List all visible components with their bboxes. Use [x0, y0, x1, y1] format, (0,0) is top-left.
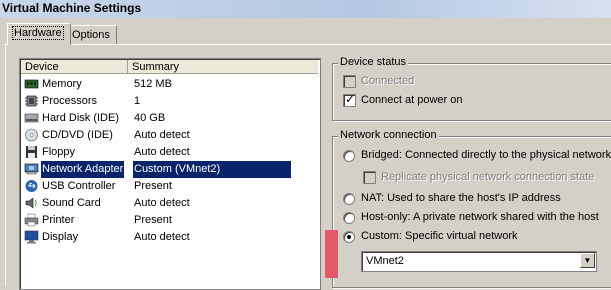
tab-hardware-label: Hardware: [12, 26, 64, 40]
sound-card-icon: [25, 197, 37, 209]
device-summary: 1: [134, 95, 141, 107]
device-summary: Present: [134, 214, 172, 226]
device-summary: 40 GB: [134, 112, 166, 124]
device-row-network-adapter[interactable]: Network Adapter Custom (VMnet2): [21, 161, 291, 178]
device-summary: Auto detect: [134, 129, 190, 141]
display-icon: [24, 230, 39, 244]
device-row-hard-disk[interactable]: Hard Disk (IDE) 40 GB: [21, 110, 291, 127]
device-summary: Auto detect: [134, 231, 190, 243]
tab-options[interactable]: Options: [67, 25, 117, 44]
floppy-icon: [26, 146, 37, 158]
device-summary: Custom (VMnet2): [133, 161, 291, 178]
device-row-floppy[interactable]: Floppy Auto detect: [21, 144, 291, 161]
column-header-summary[interactable]: Summary: [128, 60, 318, 74]
device-name: Memory: [42, 78, 82, 90]
device-name: Hard Disk (IDE): [42, 112, 120, 124]
device-row-usb-controller[interactable]: USB Controller Present: [21, 178, 291, 195]
tab-hardware[interactable]: Hardware: [7, 23, 71, 45]
device-name: Display: [42, 231, 79, 243]
cd-dvd-icon: [25, 128, 38, 142]
column-header-device[interactable]: Device: [21, 60, 128, 74]
device-row-memory[interactable]: Memory 512 MB: [21, 76, 291, 93]
device-row-processors[interactable]: Processors 1: [21, 93, 291, 110]
hard-disk-icon: [24, 113, 39, 123]
window-title: Virtual Machine Settings: [2, 1, 142, 15]
processor-icon: [25, 95, 38, 107]
network-adapter-icon: [24, 163, 39, 175]
device-summary: Auto detect: [134, 146, 190, 158]
memory-icon: [24, 79, 39, 89]
device-name: Sound Card: [42, 197, 101, 209]
device-name: USB Controller: [42, 180, 116, 192]
device-summary: Auto detect: [134, 197, 190, 209]
device-name: Floppy: [42, 146, 76, 158]
device-summary: Present: [134, 180, 172, 192]
device-row-display[interactable]: Display Auto detect: [21, 229, 291, 246]
device-name: Network Adapter: [41, 161, 125, 178]
tab-options-label: Options: [72, 29, 110, 41]
device-list[interactable]: Device Summary Memory 512 MB Processors …: [19, 58, 321, 290]
device-name: Printer: [42, 214, 75, 226]
device-summary: 512 MB: [134, 78, 172, 90]
device-row-sound-card[interactable]: Sound Card Auto detect: [21, 195, 291, 212]
device-name: Processors: [42, 95, 98, 107]
device-row-cd-dvd[interactable]: CD/DVD (IDE) Auto detect: [21, 127, 291, 144]
title-bar: Virtual Machine Settings: [0, 0, 611, 18]
device-name: CD/DVD (IDE): [42, 129, 113, 141]
printer-icon: [24, 213, 39, 227]
device-row-printer[interactable]: Printer Present: [21, 212, 291, 229]
usb-icon: [25, 180, 38, 192]
